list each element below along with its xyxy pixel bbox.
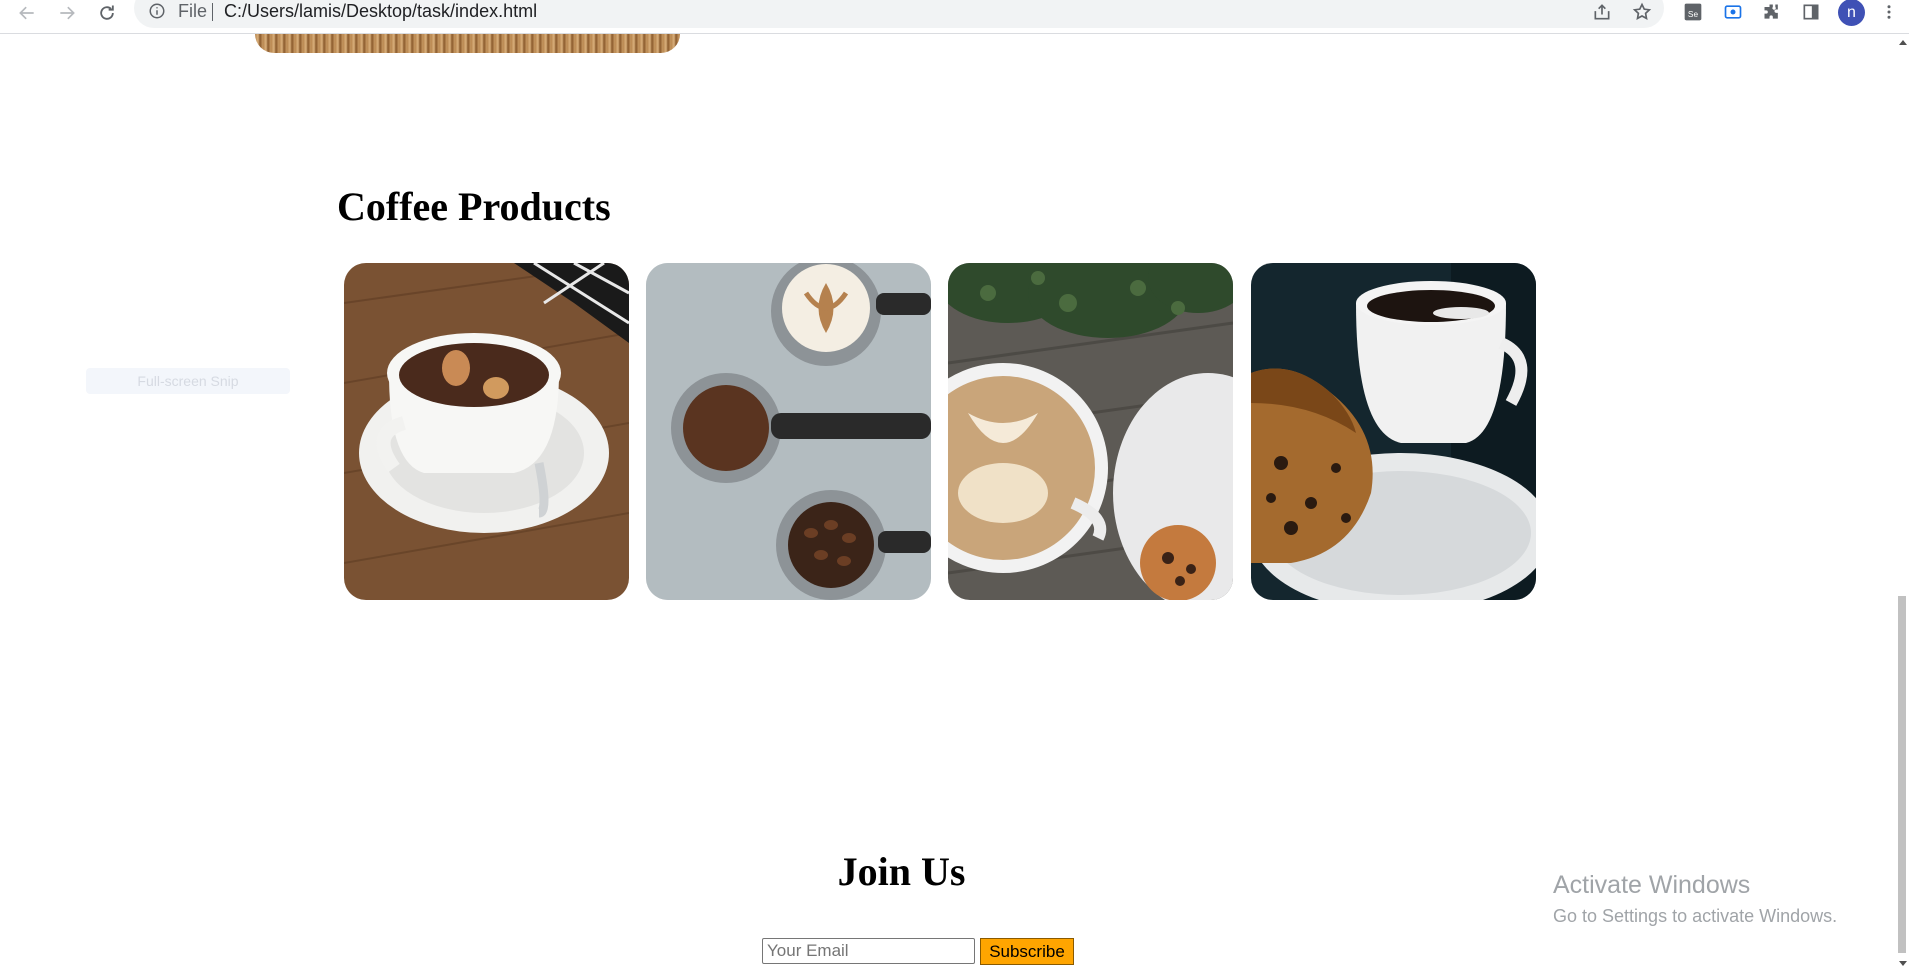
- reload-button[interactable]: [92, 1, 122, 25]
- hero-image-bottom-edge: [255, 34, 680, 53]
- profile-avatar[interactable]: n: [1838, 0, 1865, 26]
- scroll-up-arrow-icon[interactable]: [1899, 40, 1907, 45]
- puzzle-icon: [1764, 4, 1778, 19]
- product-card-3[interactable]: [948, 263, 1233, 600]
- espresso-portafilters-image: [646, 263, 931, 600]
- side-panel-icon: [1803, 4, 1819, 20]
- address-url[interactable]: C:/Users/lamis/Desktop/task/index.html: [224, 1, 537, 22]
- svg-text:Se: Se: [1688, 9, 1699, 19]
- reload-icon: [100, 5, 114, 20]
- latte-art-image: [948, 263, 1233, 600]
- bookmark-button[interactable]: [1629, 0, 1655, 24]
- activate-windows-subtitle: Go to Settings to activate Windows.: [1553, 906, 1838, 926]
- side-panel-button[interactable]: [1798, 0, 1824, 24]
- activate-windows-title: Activate Windows: [1553, 871, 1751, 899]
- arrow-right-icon: [60, 6, 75, 20]
- forward-button[interactable]: [52, 1, 82, 25]
- browser-menu-button[interactable]: [1880, 0, 1898, 24]
- arrow-left-icon: [19, 6, 34, 20]
- screen-capture-icon: [1724, 5, 1742, 19]
- share-icon: [1594, 4, 1610, 20]
- selenium-extension-button[interactable]: Se: [1680, 0, 1706, 24]
- activate-windows-watermark: Activate Windows Go to Settings to activ…: [1553, 871, 1837, 927]
- scrollbar-thumb[interactable]: [1898, 596, 1906, 953]
- products-section-title: Coffee Products: [337, 184, 611, 229]
- back-button[interactable]: [12, 1, 42, 25]
- subscribe-button[interactable]: Subscribe: [980, 938, 1074, 965]
- address-scheme-label: File: [178, 1, 208, 21]
- coffee-and-cake-image: [1251, 263, 1536, 600]
- screen-capture-extension-button[interactable]: [1720, 0, 1746, 24]
- extensions-button[interactable]: [1759, 0, 1785, 24]
- share-button[interactable]: [1589, 0, 1615, 24]
- cocoa-cup-image: [344, 263, 629, 600]
- kebab-menu-icon: [1887, 5, 1891, 19]
- product-card-1[interactable]: [344, 263, 629, 600]
- star-icon: [1632, 2, 1652, 20]
- product-card-2[interactable]: [646, 263, 931, 600]
- address-separator: [212, 3, 213, 21]
- selenium-icon: Se: [1684, 3, 1702, 21]
- email-input[interactable]: [762, 938, 975, 964]
- browser-toolbar: File C:/Users/lamis/Desktop/task/index.h…: [0, 0, 1909, 34]
- product-card-4[interactable]: [1251, 263, 1536, 600]
- info-icon[interactable]: [148, 2, 166, 20]
- snip-tool-ghost-button[interactable]: Full-screen Snip: [86, 368, 290, 394]
- join-section-title: Join Us: [837, 849, 966, 894]
- scroll-down-arrow-icon[interactable]: [1899, 961, 1907, 966]
